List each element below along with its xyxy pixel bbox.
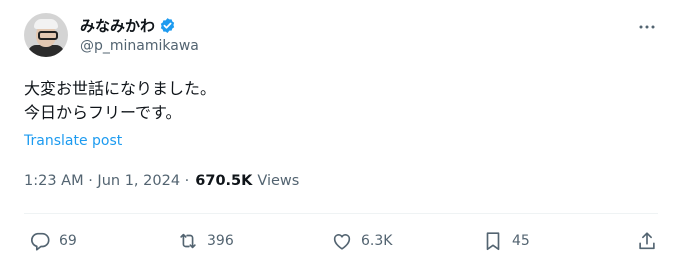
- author-handle[interactable]: @p_minamikawa: [80, 38, 199, 54]
- repost-button[interactable]: 396: [177, 228, 234, 254]
- share-button[interactable]: [636, 228, 658, 254]
- reply-button[interactable]: 69: [29, 228, 77, 254]
- bookmark-count: 45: [512, 233, 530, 249]
- reply-count: 69: [59, 233, 77, 249]
- repost-count: 396: [207, 233, 234, 249]
- like-button[interactable]: 6.3K: [331, 228, 392, 254]
- verified-icon: [160, 17, 175, 33]
- reply-icon: [31, 232, 50, 251]
- like-count: 6.3K: [361, 233, 393, 249]
- views-count: 670.5K: [195, 173, 253, 189]
- bookmark-button[interactable]: 45: [482, 228, 530, 254]
- post-text-line: 大変お世話になりました。: [24, 79, 217, 98]
- like-icon: [333, 234, 351, 250]
- views-label: Views: [257, 173, 300, 189]
- post-card: みなみかわ @p_minamikawa 大変お世話になりました。 今日からフリー…: [0, 0, 682, 270]
- avatar[interactable]: [24, 13, 68, 57]
- repost-icon: [180, 233, 196, 249]
- post-text: 大変お世話になりました。 今日からフリーです。: [24, 77, 216, 125]
- divider: [24, 213, 658, 214]
- post-text-line: 今日からフリーです。: [24, 103, 182, 122]
- bookmark-icon: [486, 232, 500, 251]
- more-icon[interactable]: [638, 18, 656, 36]
- share-icon: [639, 232, 655, 250]
- action-bar: 69 396 6.3K 45: [24, 228, 660, 254]
- post-meta: 1:23 AM · Jun 1, 2024 · 670.5K Views: [24, 173, 299, 189]
- avatar-hair: [34, 19, 58, 29]
- author-display-name[interactable]: みなみかわ: [80, 15, 155, 36]
- translate-post-link[interactable]: Translate post: [24, 133, 122, 149]
- post-timestamp[interactable]: 1:23 AM · Jun 1, 2024 ·: [24, 173, 189, 189]
- author-name-row: みなみかわ: [80, 14, 176, 36]
- avatar-glasses: [38, 31, 58, 40]
